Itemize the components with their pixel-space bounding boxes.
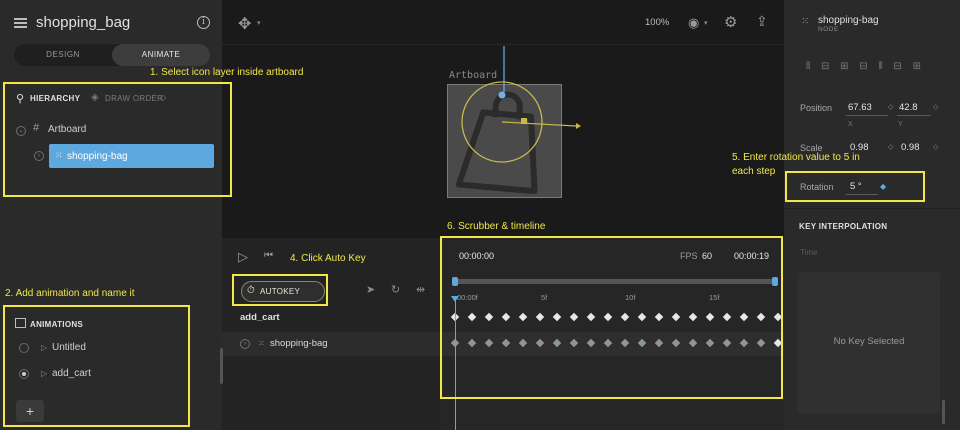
play-icon[interactable]: ▷ bbox=[238, 249, 248, 265]
position-label: Position bbox=[800, 103, 833, 113]
shopping-bag-icon[interactable] bbox=[440, 40, 590, 210]
timeline-animation-name: add_cart bbox=[240, 312, 280, 323]
highlight-autokey bbox=[232, 274, 328, 306]
annotation-step-1: 1. Select icon layer inside artboard bbox=[150, 67, 304, 78]
info-icon[interactable]: i bbox=[197, 16, 210, 29]
annotation-step-2: 2. Add animation and name it bbox=[5, 288, 135, 299]
menu-icon[interactable] bbox=[14, 18, 27, 28]
gear-icon[interactable]: ⚙ bbox=[724, 13, 737, 31]
track-label: shopping-bag bbox=[270, 338, 328, 349]
chevron-right-icon[interactable]: › bbox=[240, 339, 250, 349]
chevron-down-icon[interactable]: ▾ bbox=[257, 19, 261, 27]
zoom-level[interactable]: 100% bbox=[645, 17, 669, 28]
mode-toggle: DESIGN ANIMATE bbox=[14, 44, 210, 66]
y-axis-label: Y bbox=[898, 121, 903, 128]
loop-icon[interactable]: ↻ bbox=[391, 283, 400, 296]
move-icon[interactable]: ✥ bbox=[238, 14, 251, 34]
share-icon[interactable]: ⇪ bbox=[756, 13, 768, 30]
eye-icon[interactable]: ◉ bbox=[688, 15, 699, 31]
ping-pong-icon[interactable]: ⇹ bbox=[416, 283, 425, 296]
file-title: shopping_bag bbox=[36, 14, 131, 31]
node-type: NODE bbox=[818, 26, 839, 33]
time-label: Time bbox=[800, 248, 818, 257]
annotation-step-6: 6. Scrubber & timeline bbox=[447, 221, 546, 232]
position-x-field[interactable]: 67.63 bbox=[848, 102, 872, 113]
highlight-timeline bbox=[440, 236, 783, 399]
cursor-icon[interactable]: ➤ bbox=[366, 283, 375, 296]
highlight-hierarchy bbox=[3, 82, 232, 197]
interpolation-panel: No Key Selected bbox=[798, 272, 940, 414]
keyframe-diamond-icon[interactable]: ◇ bbox=[933, 103, 938, 111]
scrollbar[interactable] bbox=[942, 400, 945, 424]
no-key-message: No Key Selected bbox=[833, 336, 905, 347]
position-y-underline bbox=[897, 115, 931, 116]
chevron-down-icon[interactable]: ▾ bbox=[704, 19, 708, 27]
x-axis-label: X bbox=[848, 121, 853, 128]
scale-y-field[interactable]: 0.98 bbox=[901, 142, 920, 153]
group-icon: ⁙ bbox=[258, 339, 265, 348]
keyframe-diamond-icon[interactable]: ◇ bbox=[933, 143, 938, 151]
key-interpolation-title: KEY INTERPOLATION bbox=[799, 222, 888, 231]
scrollbar[interactable] bbox=[220, 348, 223, 384]
position-x-underline bbox=[846, 115, 888, 116]
annotation-step-4: 4. Click Auto Key bbox=[290, 253, 366, 264]
mode-design-button[interactable]: DESIGN bbox=[14, 44, 112, 66]
node-title: shopping-bag bbox=[818, 15, 879, 26]
align-toolbar[interactable]: ⫴ ⊟ ⊞ ⊟ ⫴ ⊟ ⊞ bbox=[806, 61, 925, 72]
keyframe-diamond-icon[interactable]: ◇ bbox=[888, 143, 893, 151]
inspector-divider bbox=[784, 208, 960, 209]
highlight-animations bbox=[3, 305, 190, 427]
keyframe-diamond-icon[interactable]: ◇ bbox=[888, 103, 893, 111]
position-y-field[interactable]: 42.8 bbox=[899, 102, 918, 113]
annotation-step-5-line-2: each step bbox=[732, 166, 776, 177]
track-row-shopping-bag[interactable]: › ⁙ shopping-bag bbox=[222, 332, 440, 356]
group-icon: ⁙ bbox=[801, 16, 810, 27]
highlight-rotation bbox=[785, 171, 925, 202]
annotation-step-5-line-1: 5. Enter rotation value to 5 in bbox=[732, 152, 860, 163]
skip-back-icon[interactable]: ⏮ bbox=[264, 250, 273, 261]
mode-animate-button[interactable]: ANIMATE bbox=[112, 44, 210, 66]
